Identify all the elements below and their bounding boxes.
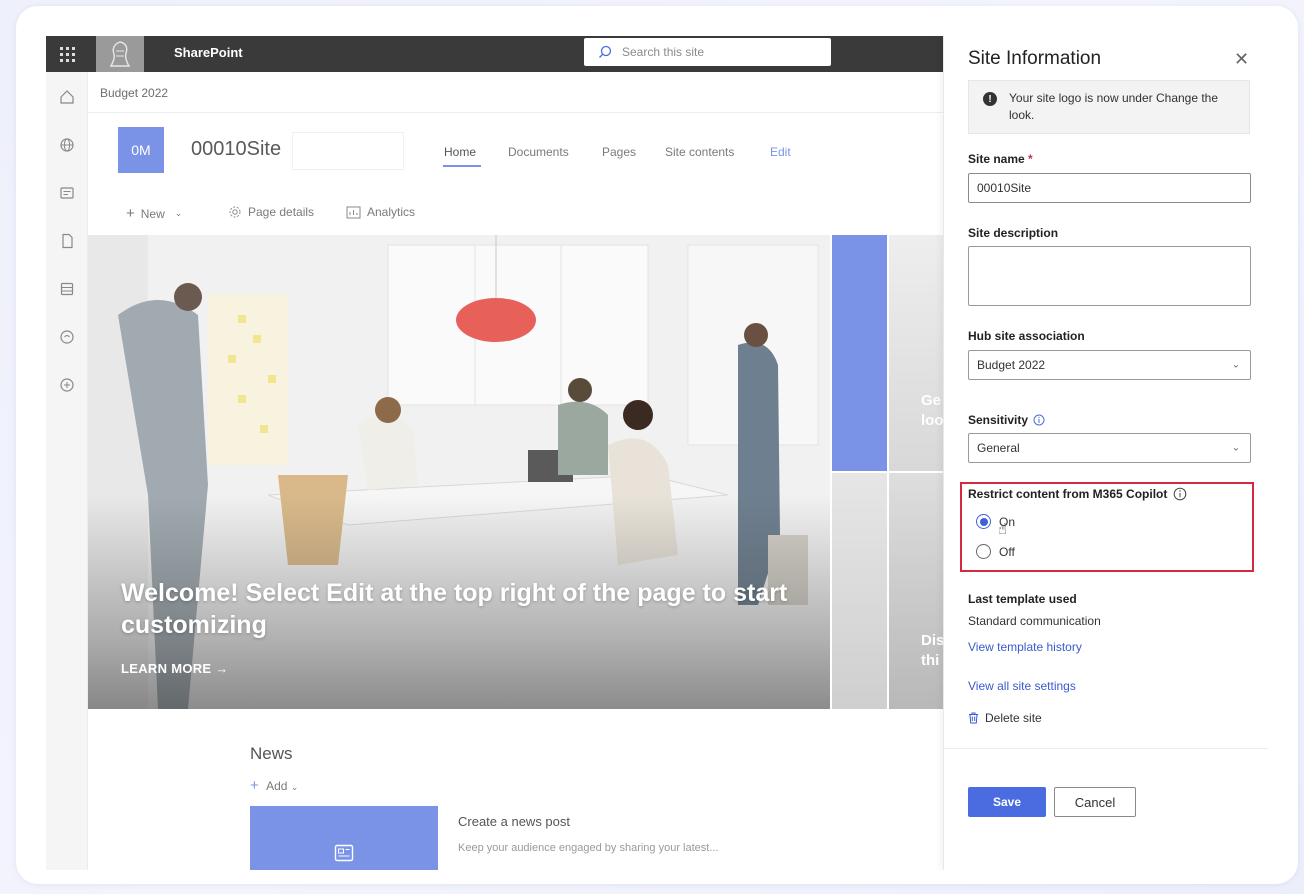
view-all-settings-link[interactable]: View all site settings: [968, 679, 1076, 693]
file-icon[interactable]: [58, 232, 76, 250]
site-name-value: 00010Site: [977, 181, 1032, 195]
info-message: Your site logo is now under Change the l…: [1009, 91, 1219, 122]
restrict-copilot-label: Restrict content from M365 Copilot: [968, 487, 1187, 501]
close-icon[interactable]: ✕: [1234, 49, 1249, 70]
hero-tile-3[interactable]: Dis thi: [889, 473, 945, 709]
sensitivity-select[interactable]: General ⌄: [968, 433, 1251, 463]
site-name-label: Site name *: [968, 152, 1033, 166]
nav-edit[interactable]: Edit: [770, 145, 791, 159]
plus-icon: +: [126, 205, 135, 222]
save-button[interactable]: Save: [968, 787, 1046, 817]
divider: [88, 112, 943, 113]
sensitivity-label: Sensitivity: [968, 413, 1045, 427]
info-icon[interactable]: [1033, 414, 1045, 426]
analytics-label: Analytics: [367, 205, 416, 219]
info-icon: !: [983, 92, 997, 106]
news-placeholder-tile[interactable]: [250, 806, 438, 870]
news-add-button[interactable]: + Add ⌄: [250, 777, 298, 794]
hub-value: Budget 2022: [977, 358, 1046, 372]
hero-tile-2[interactable]: [832, 473, 887, 709]
waffle-icon: [59, 46, 75, 62]
news-post-subtitle: Keep your audience engaged by sharing yo…: [458, 842, 719, 854]
site-logo-tile[interactable]: 0M: [118, 127, 164, 173]
page-details-command[interactable]: Page details: [228, 205, 314, 219]
analytics-command[interactable]: Analytics: [346, 205, 415, 219]
nav-active-indicator: [443, 165, 481, 167]
learn-more-link[interactable]: LEARN MORE →: [121, 661, 229, 676]
plus-icon: +: [250, 777, 259, 794]
hero-tile-1[interactable]: Ge loo: [889, 235, 944, 471]
trash-icon: [969, 712, 978, 724]
new-label: New: [140, 206, 165, 221]
delete-site-label: Delete site: [985, 711, 1042, 725]
nav-documents[interactable]: Documents: [508, 145, 569, 159]
delete-site-button[interactable]: Delete site: [968, 711, 1042, 725]
site-information-panel: Site Information ✕ ! Your site logo is n…: [943, 36, 1268, 870]
chevron-down-icon: ⌄: [174, 208, 183, 218]
news-icon: [334, 844, 354, 862]
nav-pages[interactable]: Pages: [602, 145, 636, 159]
list-icon[interactable]: [58, 280, 76, 298]
search-placeholder: Search this site: [622, 45, 705, 59]
add-circle-icon[interactable]: [58, 376, 76, 394]
radio-off[interactable]: [976, 544, 991, 559]
chevron-down-icon: ⌄: [1231, 442, 1240, 454]
nav-home[interactable]: Home: [444, 145, 476, 159]
footer-divider: [944, 748, 1268, 749]
site-description-label: Site description: [968, 226, 1059, 240]
sharepoint-window: SharePoint Search this site Budget 2022 …: [46, 36, 1268, 870]
sensitivity-value: General: [977, 441, 1020, 455]
info-message-bar: ! Your site logo is now under Change the…: [968, 80, 1250, 134]
gear-icon: [229, 206, 241, 218]
new-command[interactable]: + New ⌄: [126, 205, 182, 222]
app-name[interactable]: SharePoint: [174, 45, 243, 60]
page-details-label: Page details: [248, 205, 315, 219]
search-icon: [599, 45, 612, 58]
news-add-label: Add: [266, 779, 288, 793]
chevron-down-icon: ⌄: [290, 782, 299, 792]
last-template-label: Last template used: [968, 592, 1077, 606]
hero-tile-3-text: Dis thi: [921, 632, 945, 669]
news-icon[interactable]: [58, 184, 76, 202]
page-content: Budget 2022 0M 00010Site Home Documents …: [88, 72, 945, 870]
news-post-title[interactable]: Create a news post: [458, 814, 570, 829]
logo-icon: [109, 41, 131, 67]
hero-image[interactable]: Welcome! Select Edit at the top right of…: [88, 235, 830, 709]
hero-tile-blue[interactable]: [832, 235, 887, 471]
news-heading: News: [250, 744, 293, 763]
chat-icon[interactable]: [58, 328, 76, 346]
hand-cursor-icon: ☝: [998, 521, 1008, 538]
hero-title: Welcome! Select Edit at the top right of…: [121, 579, 788, 639]
restrict-on-option[interactable]: On ☝: [976, 514, 1015, 538]
site-logo[interactable]: [96, 36, 144, 72]
restrict-off-option[interactable]: Off: [976, 544, 1015, 559]
title-frame: [292, 132, 404, 170]
hub-select[interactable]: Budget 2022 ⌄: [968, 350, 1251, 380]
radio-on[interactable]: [976, 514, 991, 529]
site-name-field[interactable]: 00010Site: [968, 173, 1251, 203]
panel-title: Site Information: [968, 48, 1102, 69]
site-title[interactable]: 00010Site: [191, 138, 281, 161]
cancel-button[interactable]: Cancel: [1054, 787, 1136, 817]
hub-breadcrumb[interactable]: Budget 2022: [100, 86, 168, 100]
info-icon[interactable]: [1173, 487, 1187, 501]
nav-site-contents[interactable]: Site contents: [665, 145, 734, 159]
globe-icon[interactable]: [58, 136, 76, 154]
search-box[interactable]: Search this site: [584, 38, 831, 66]
hero-tile-1-text: Ge loo: [921, 392, 944, 429]
app-bar: [46, 72, 88, 870]
home-icon[interactable]: [58, 88, 76, 106]
view-template-history-link[interactable]: View template history: [968, 640, 1082, 654]
hub-label: Hub site association: [968, 329, 1085, 343]
app-launcher-button[interactable]: [46, 36, 88, 72]
site-description-field[interactable]: [968, 246, 1251, 306]
radio-off-label: Off: [999, 544, 1015, 559]
chevron-down-icon: ⌄: [1231, 359, 1240, 371]
last-template-value: Standard communication: [968, 614, 1101, 628]
analytics-icon: [346, 206, 361, 218]
